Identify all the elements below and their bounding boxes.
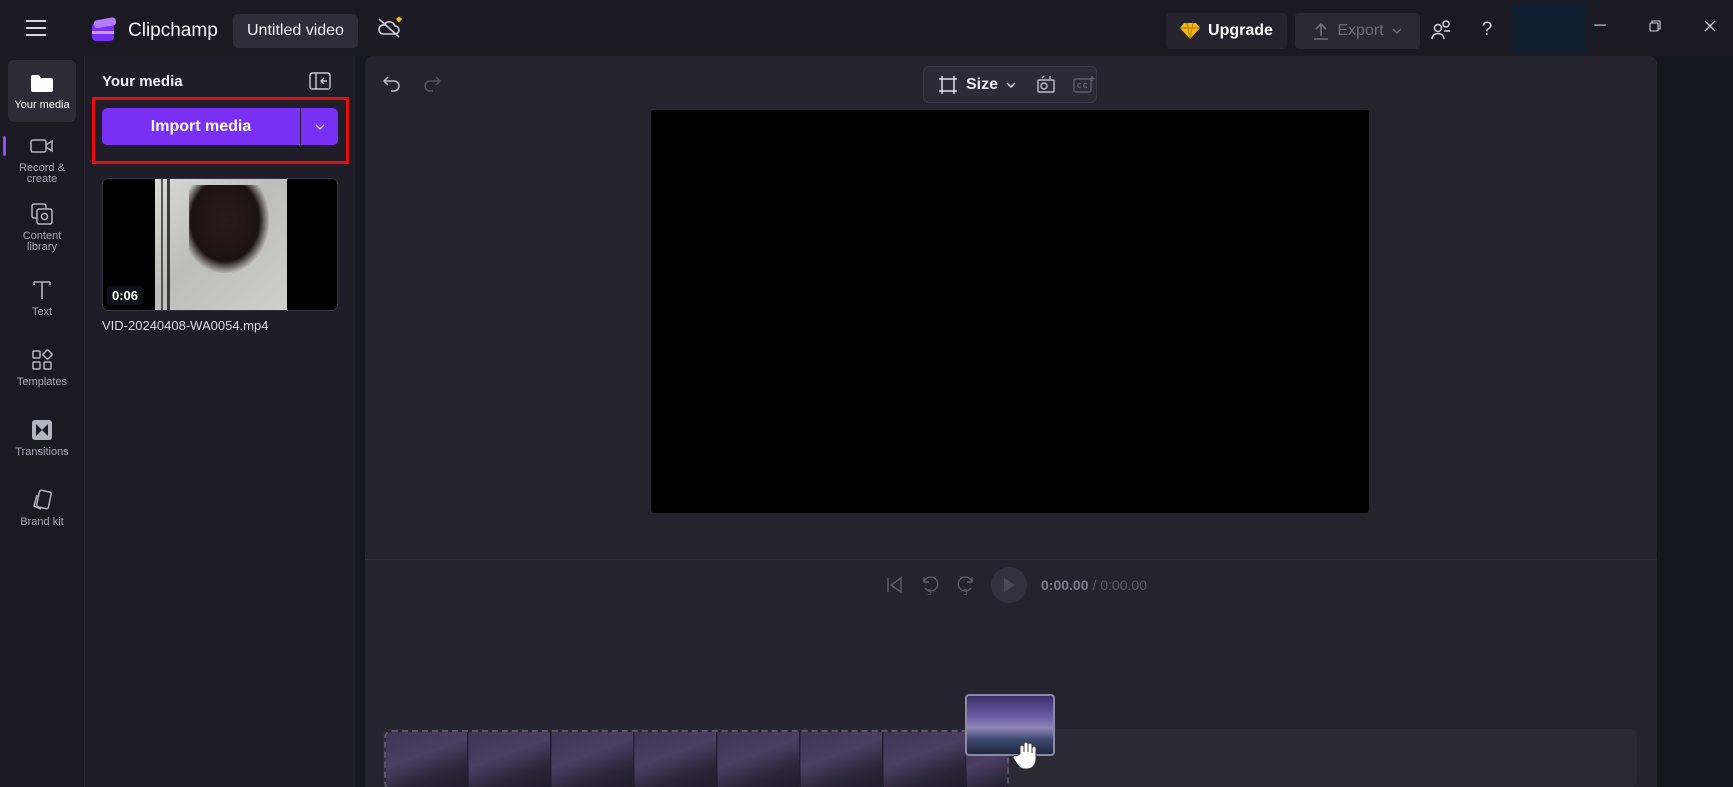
share-people-icon[interactable] xyxy=(1429,18,1453,42)
duration-badge: 0:06 xyxy=(107,286,144,305)
rail-item-record-create[interactable]: Record & create xyxy=(8,134,76,185)
preview-toolbar: Size xyxy=(923,66,1097,103)
playback-controls: 5 5 0:00.00 / 0:00.00 xyxy=(885,565,1147,605)
restore-icon[interactable] xyxy=(1640,14,1670,38)
rewind-5-icon[interactable]: 5 xyxy=(919,573,941,597)
upload-icon xyxy=(1314,22,1329,40)
resize-icon[interactable] xyxy=(938,75,958,95)
diamond-icon xyxy=(1180,22,1201,40)
help-icon[interactable]: ? xyxy=(1475,18,1499,42)
video-thumbnail xyxy=(155,179,287,310)
media-item[interactable]: 0:06 xyxy=(102,178,338,311)
left-rail: Your media Record & create Content libra… xyxy=(0,56,84,787)
timeline-frame xyxy=(635,732,717,787)
panel-title: Your media xyxy=(102,73,183,90)
chevron-down-icon[interactable] xyxy=(1006,82,1016,88)
rail-item-your-media[interactable]: Your media xyxy=(8,60,76,122)
svg-text:5: 5 xyxy=(963,588,968,597)
templates-icon xyxy=(29,348,55,372)
collapse-panel-icon[interactable] xyxy=(309,72,331,90)
media-filename: VID-20240408-WA0054.mp4 xyxy=(102,318,269,333)
divider xyxy=(365,559,1657,560)
upgrade-label: Upgrade xyxy=(1208,22,1273,39)
grab-hand-cursor-icon xyxy=(1012,741,1037,770)
export-button[interactable]: Export xyxy=(1295,13,1420,49)
undo-icon[interactable] xyxy=(381,72,403,94)
rail-item-content-library[interactable]: Content library xyxy=(8,202,76,253)
close-icon[interactable] xyxy=(1695,14,1725,38)
timeline-frame xyxy=(552,732,634,787)
active-indicator xyxy=(3,136,6,156)
camera-icon xyxy=(29,134,55,158)
library-icon xyxy=(29,202,55,226)
svg-text:5: 5 xyxy=(927,588,932,597)
rail-label: Record & create xyxy=(19,162,65,185)
rail-item-brand-kit[interactable]: Brand kit xyxy=(8,488,76,528)
upgrade-button[interactable]: Upgrade xyxy=(1166,13,1287,49)
timeline-frame xyxy=(801,732,883,787)
background-icon[interactable] xyxy=(1036,75,1058,95)
minimize-icon[interactable]: ─ xyxy=(1585,14,1615,38)
editor-area: Size 5 5 0:00.00 / 0:00.00 xyxy=(365,56,1657,787)
timeline-frame xyxy=(469,732,551,787)
rail-item-text[interactable]: Text xyxy=(8,278,76,318)
rail-item-transitions[interactable]: Transitions xyxy=(8,418,76,458)
rail-item-templates[interactable]: Templates xyxy=(8,348,76,388)
chevron-down-icon xyxy=(1392,28,1402,34)
redo-icon[interactable] xyxy=(421,72,443,94)
play-icon xyxy=(1004,578,1015,592)
import-options-dropdown[interactable] xyxy=(301,108,338,145)
folder-icon xyxy=(29,71,55,95)
cloud-sync-off-icon[interactable] xyxy=(376,16,404,40)
timeline-frame xyxy=(884,732,966,787)
rail-label: Templates xyxy=(16,376,68,388)
rail-label: Transitions xyxy=(15,446,69,458)
rail-label: Content library xyxy=(22,230,62,253)
rail-label: Your media xyxy=(14,99,70,111)
brand-kit-icon xyxy=(29,488,55,512)
size-label[interactable]: Size xyxy=(966,76,998,94)
rail-label: Text xyxy=(31,306,53,318)
project-title[interactable]: Untitled video xyxy=(233,14,358,48)
menu-icon[interactable] xyxy=(26,20,46,36)
app-name: Clipchamp xyxy=(128,20,218,41)
current-time: 0:00.00 xyxy=(1041,577,1089,593)
video-preview[interactable] xyxy=(651,110,1369,513)
total-time: / 0:00.00 xyxy=(1092,577,1147,593)
skip-to-start-icon[interactable] xyxy=(885,575,905,595)
text-icon xyxy=(29,278,55,302)
export-label: Export xyxy=(1337,22,1384,39)
timeline-drop-zone[interactable] xyxy=(384,730,1009,787)
account-avatar[interactable] xyxy=(1512,3,1585,53)
media-panel: Your media Import media 0:06 VID-2024040… xyxy=(84,56,355,787)
clipchamp-logo-icon xyxy=(92,17,117,41)
timeline-frame xyxy=(718,732,800,787)
chevron-down-icon xyxy=(315,124,324,130)
rail-label: Brand kit xyxy=(20,516,64,528)
import-media-button[interactable]: Import media xyxy=(102,108,300,145)
title-bar: Clipchamp Untitled video Upgrade Export … xyxy=(0,0,1733,56)
forward-5-icon[interactable]: 5 xyxy=(955,573,977,597)
play-button[interactable] xyxy=(991,567,1027,603)
transitions-icon xyxy=(29,418,55,442)
import-media-label: Import media xyxy=(150,117,252,135)
captions-icon[interactable] xyxy=(1072,75,1096,95)
timeline-frame xyxy=(386,732,468,787)
